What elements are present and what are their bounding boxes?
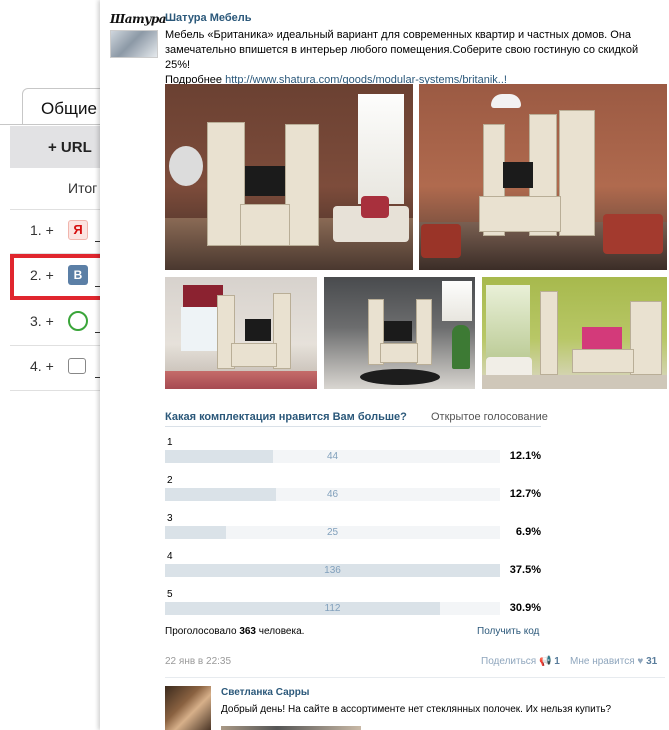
green-circle-icon[interactable] <box>68 311 88 331</box>
poll-vote-count: 112 <box>324 603 341 614</box>
list-item[interactable]: 1. + <box>30 218 64 242</box>
poll-percent: 37.5% <box>509 564 541 576</box>
poll-vote-count: 25 <box>326 527 339 538</box>
megaphone-icon: 📢 <box>539 656 552 667</box>
column-header: Итог <box>68 180 98 196</box>
divider <box>165 677 665 678</box>
like-label: Мне нравится <box>570 656 635 667</box>
logo-text: Шатура <box>110 12 167 26</box>
list-item[interactable]: 4. + <box>30 354 64 378</box>
poll-option-label: 3 <box>167 513 173 524</box>
votes-suffix: человека. <box>256 626 305 637</box>
share-count: 1 <box>554 656 560 667</box>
poll-option-label: 5 <box>167 589 173 600</box>
highlight-frame <box>10 254 106 300</box>
post-text: Мебель «Британика» идеальный вариант для… <box>165 28 665 88</box>
poll-option-bar[interactable]: 44 <box>165 450 500 463</box>
poll-option-bar[interactable]: 136 <box>165 564 500 577</box>
poll-percent: 30.9% <box>509 602 541 614</box>
poll-percent: 12.7% <box>509 488 541 500</box>
logo-image <box>110 30 158 58</box>
poll-vote-count: 44 <box>326 451 339 462</box>
list-item[interactable]: 3. + <box>30 309 64 333</box>
poll-percent: 6.9% <box>515 526 541 538</box>
votes-prefix: Проголосовало <box>165 626 240 637</box>
vk-post: Шатура Шатура Мебель Мебель «Британика» … <box>100 0 669 730</box>
poll-option-label: 2 <box>167 475 173 486</box>
divider <box>10 390 110 391</box>
comment-attachments[interactable] <box>221 726 361 730</box>
poll-type: Открытое голосование <box>431 411 548 423</box>
tab-divider <box>0 124 100 125</box>
divider <box>10 209 110 210</box>
poll-option-label: 1 <box>167 437 173 448</box>
post-author[interactable]: Шатура Мебель <box>165 12 252 24</box>
row-number: 3. + <box>30 313 54 329</box>
poll-option-bar[interactable]: 112 <box>165 602 500 615</box>
poll-vote-count: 136 <box>324 565 341 576</box>
divider <box>10 345 110 346</box>
group-avatar[interactable]: Шатура <box>110 12 167 58</box>
poll-option-bar[interactable]: 46 <box>165 488 500 501</box>
poll-question: Какая комплектация нравится Вам больше? <box>165 411 407 423</box>
share-button[interactable]: Поделиться 📢 1 <box>481 656 560 667</box>
heart-icon: ♥ <box>637 656 644 667</box>
add-url-button[interactable]: + URL <box>10 126 110 168</box>
get-code-link[interactable]: Получить код <box>477 626 539 637</box>
photo-living-room-5[interactable] <box>482 277 667 389</box>
photo-living-room-2[interactable] <box>419 84 667 270</box>
poll-percent: 12.1% <box>509 450 541 462</box>
post-date[interactable]: 22 янв в 22:35 <box>165 656 231 667</box>
post-body: Мебель «Британика» идеальный вариант для… <box>165 29 639 71</box>
poll-divider <box>165 426 541 427</box>
comment-text: Добрый день! На сайте в ассортименте нет… <box>221 704 612 715</box>
votes-count: 363 <box>239 626 256 637</box>
share-label: Поделиться <box>481 656 537 667</box>
poll-option-bar[interactable]: 25 <box>165 526 500 539</box>
like-count: 31 <box>646 656 658 667</box>
row-number: 4. + <box>30 358 54 374</box>
photo-living-room-1[interactable] <box>165 84 413 270</box>
votes-total: Проголосовало 363 человека. <box>165 626 304 637</box>
photo-living-room-4[interactable] <box>324 277 475 389</box>
poll-vote-count: 46 <box>326 489 339 500</box>
like-button[interactable]: Мне нравится ♥ 31 <box>570 656 657 667</box>
photo-living-room-3[interactable] <box>165 277 317 389</box>
comment-avatar[interactable] <box>165 686 211 730</box>
yandex-icon[interactable]: Я <box>68 220 88 240</box>
row-number: 1. + <box>30 222 54 238</box>
window-icon[interactable] <box>68 358 86 374</box>
poll-option-label: 4 <box>167 551 173 562</box>
comment-author[interactable]: Светланка Сарры <box>221 687 309 698</box>
background-window: Общие + URL Итог 1. + Я 2. + В 3. + 4. + <box>0 0 132 730</box>
